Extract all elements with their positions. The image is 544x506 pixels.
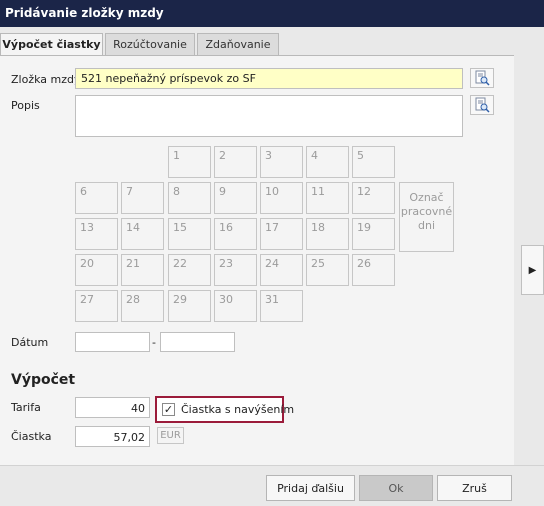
chevron-right-icon: ▶ [528,264,537,276]
tab-vypocet-ciastky[interactable]: Výpočet čiastky [0,33,103,56]
zlozka-lookup-button[interactable] [470,68,494,88]
currency-badge: EUR [157,427,184,444]
cancel-button[interactable]: Zruš [437,475,512,501]
calendar-day[interactable]: 11 [306,182,349,214]
datum-separator: - [152,336,156,349]
calendar-day[interactable]: 29 [168,290,211,322]
calendar-day[interactable]: 24 [260,254,303,286]
calendar-day[interactable]: 16 [214,218,257,250]
calendar-day[interactable]: 12 [352,182,395,214]
datum-to-field[interactable] [160,332,235,352]
add-next-button[interactable]: Pridaj ďalšiu [266,475,355,501]
calendar-day[interactable]: 31 [260,290,303,322]
calendar-day[interactable]: 26 [352,254,395,286]
mark-working-days-button[interactable]: Označ pracovné dni [399,182,454,252]
calendar-day[interactable]: 1 [168,146,211,178]
datum-label: Dátum [11,336,49,349]
calendar-day[interactable]: 28 [121,290,164,322]
calendar-day[interactable]: 9 [214,182,257,214]
expand-panel-button[interactable]: ▶ [521,245,544,295]
calendar-day[interactable]: 8 [168,182,211,214]
calendar-day[interactable]: 10 [260,182,303,214]
popis-lookup-button[interactable] [470,95,494,115]
vypocet-heading: Výpočet [11,372,76,388]
calendar-day[interactable]: 15 [168,218,211,250]
document-search-icon [475,97,490,113]
calendar-day[interactable]: 25 [306,254,349,286]
tab-strip: Výpočet čiastky Rozúčtovanie Zdaňovanie [0,33,544,56]
tab-zdanovanie[interactable]: Zdaňovanie [197,33,279,55]
tarifa-field[interactable]: 40 [75,397,150,418]
ciastka-s-navysenim-checkbox[interactable]: ✓ Čiastka s navýšením [155,396,294,423]
datum-from-field[interactable] [75,332,150,352]
calendar-day[interactable]: 27 [75,290,118,322]
calendar-day[interactable]: 18 [306,218,349,250]
calendar-day[interactable]: 3 [260,146,303,178]
calendar-day[interactable]: 5 [352,146,395,178]
window-title: Pridávanie zložky mzdy [0,0,544,27]
ciastka-label: Čiastka [11,430,52,443]
calendar-day[interactable]: 30 [214,290,257,322]
ok-button[interactable]: Ok [359,475,433,501]
popis-field[interactable] [75,95,463,137]
calendar-day[interactable]: 2 [214,146,257,178]
calendar-day[interactable]: 7 [121,182,164,214]
tarifa-label: Tarifa [11,401,41,414]
ciastka-field[interactable]: 57,02 [75,426,150,447]
calendar-day[interactable]: 17 [260,218,303,250]
zlozka-mzdy-field[interactable]: 521 nepeňažný príspevok zo SF [75,68,463,89]
calendar-day[interactable]: 22 [168,254,211,286]
document-search-icon [475,70,490,86]
calendar-day[interactable]: 13 [75,218,118,250]
calendar-day[interactable]: 20 [75,254,118,286]
calendar-day[interactable]: 4 [306,146,349,178]
calendar-day[interactable]: 19 [352,218,395,250]
popis-label: Popis [11,99,40,112]
zlozka-mzdy-label: Zložka mzdy [11,73,81,86]
calendar-day[interactable]: 23 [214,254,257,286]
calendar-day[interactable]: 6 [75,182,118,214]
checkbox-label: Čiastka s navýšením [181,403,295,416]
calendar-day[interactable]: 21 [121,254,164,286]
checkmark-icon[interactable]: ✓ [162,403,175,416]
tab-rozuctovanie[interactable]: Rozúčtovanie [105,33,195,55]
calendar-day[interactable]: 14 [121,218,164,250]
